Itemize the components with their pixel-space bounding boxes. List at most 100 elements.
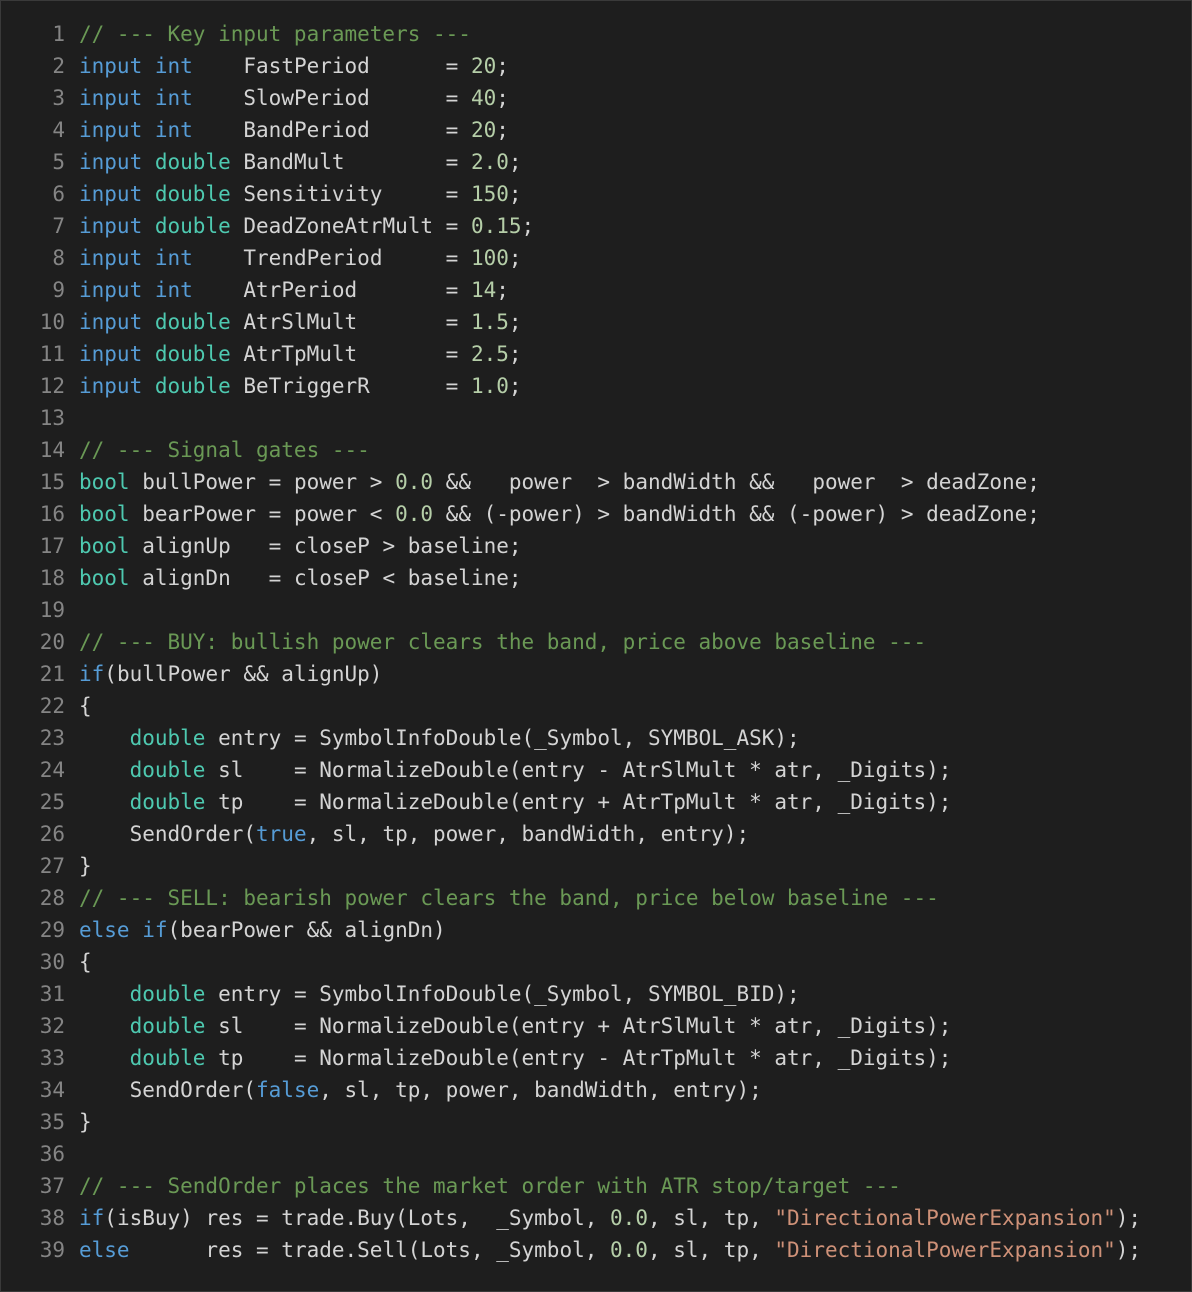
code-token-number: 2.0 — [470, 150, 509, 174]
code-line[interactable]: 8 input int TrendPeriod = 100; — [1, 242, 1191, 274]
code-line[interactable]: 32 double sl = NormalizeDouble(entry + A… — [1, 1010, 1191, 1042]
code-token-number: 100 — [470, 246, 509, 270]
line-number: 27 — [39, 854, 65, 878]
line-number: 31 — [39, 982, 65, 1006]
line-number: 1 — [52, 22, 65, 46]
code-line[interactable]: 7 input double DeadZoneAtrMult = 0.15; — [1, 210, 1191, 242]
line-content: double sl = NormalizeDouble(entry + AtrS… — [65, 1010, 952, 1042]
code-line[interactable]: 18 bool alignDn = closeP < baseline; — [1, 562, 1191, 594]
code-line[interactable]: 36 — [1, 1138, 1191, 1170]
code-token-plain: BandMult = — [230, 150, 471, 174]
code-line[interactable]: 1 // --- Key input parameters --- — [1, 18, 1191, 50]
code-token-plain: , sl, tp, power, bandWidth, entry); — [319, 1078, 762, 1102]
code-token-plain: } — [79, 854, 92, 878]
code-line[interactable]: 4 input int BandPeriod = 20; — [1, 114, 1191, 146]
code-token-plain: ; — [496, 54, 509, 78]
code-token-keyword: input — [79, 246, 143, 270]
line-content: { — [65, 690, 92, 722]
code-line[interactable]: 9 input int AtrPeriod = 14; — [1, 274, 1191, 306]
line-content: SendOrder(false, sl, tp, power, bandWidt… — [65, 1074, 762, 1106]
line-number: 11 — [39, 342, 65, 366]
line-content: if(isBuy) res = trade.Buy(Lots, _Symbol,… — [65, 1202, 1141, 1234]
code-line[interactable]: 12 input double BeTriggerR = 1.0; — [1, 370, 1191, 402]
code-line[interactable]: 27} — [1, 850, 1191, 882]
code-token-plain: && (-power) > bandWidth && (-power) > de… — [433, 502, 1040, 526]
code-line[interactable]: 35} — [1, 1106, 1191, 1138]
line-content: bool alignDn = closeP < baseline; — [65, 562, 522, 594]
code-token-keyword: input — [79, 374, 143, 398]
code-token-plain: TrendPeriod = — [192, 246, 471, 270]
code-line[interactable]: 39 else res = trade.Sell(Lots, _Symbol, 0… — [1, 1234, 1191, 1266]
code-line[interactable]: 6 input double Sensitivity = 150; — [1, 178, 1191, 210]
code-token-type: double — [129, 1046, 206, 1070]
line-content: input int SlowPeriod = 40; — [65, 82, 509, 114]
code-line[interactable]: 2 input int FastPeriod = 20; — [1, 50, 1191, 82]
code-line[interactable]: 37 // --- SendOrder places the market ord… — [1, 1170, 1191, 1202]
code-token-keyword: int — [154, 246, 193, 270]
code-token-plain: ; — [496, 278, 509, 302]
code-line[interactable]: 26 SendOrder(true, sl, tp, power, bandWi… — [1, 818, 1191, 850]
code-line[interactable]: 29 else if(bearPower && alignDn) — [1, 914, 1191, 946]
line-content: bool alignUp = closeP > baseline; — [65, 530, 522, 562]
code-line[interactable]: 31 double entry = SymbolInfoDouble(_Symb… — [1, 978, 1191, 1010]
code-token-plain: ; — [508, 246, 522, 270]
line-content: input int FastPeriod = 20; — [65, 50, 509, 82]
line-number: 9 — [52, 278, 65, 302]
line-content: // --- Signal gates --- — [65, 434, 370, 466]
code-token-keyword: if — [79, 1206, 105, 1230]
code-line[interactable]: 16 bool bearPower = power < 0.0 && (-powe… — [1, 498, 1191, 530]
code-token-keyword: input — [79, 310, 143, 334]
line-number: 39 — [39, 1238, 65, 1262]
line-content: double tp = NormalizeDouble(entry - AtrT… — [65, 1042, 952, 1074]
code-token-number: 20 — [470, 118, 497, 142]
line-content: input double BeTriggerR = 1.0; — [65, 370, 522, 402]
code-token-number: 20 — [470, 54, 497, 78]
code-line[interactable]: 28 // --- SELL: bearish power clears the … — [1, 882, 1191, 914]
line-content: SendOrder(true, sl, tp, power, bandWidth… — [65, 818, 750, 850]
code-token-plain: FastPeriod = — [192, 54, 471, 78]
code-line[interactable]: 17 bool alignUp = closeP > baseline; — [1, 530, 1191, 562]
line-number: 22 — [39, 694, 65, 718]
code-line[interactable]: 23 double entry = SymbolInfoDouble(_Symb… — [1, 722, 1191, 754]
code-line[interactable]: 30 { — [1, 946, 1191, 978]
code-line[interactable]: 15 bool bullPower = power > 0.0 && power … — [1, 466, 1191, 498]
code-line[interactable]: 19 — [1, 594, 1191, 626]
code-token-comment: // --- Key input parameters --- — [79, 22, 471, 46]
line-number: 24 — [39, 758, 65, 782]
line-content: input double AtrSlMult = 1.5; — [65, 306, 522, 338]
code-line[interactable]: 25 double tp = NormalizeDouble(entry + A… — [1, 786, 1191, 818]
line-number: 38 — [39, 1206, 65, 1230]
code-token-keyword: int — [154, 86, 193, 110]
code-line[interactable]: 21 if(bullPower && alignUp) — [1, 658, 1191, 690]
code-editor[interactable]: 1 // --- Key input parameters --- 2 input i… — [0, 0, 1192, 1292]
code-line[interactable]: 3 input int SlowPeriod = 40; — [1, 82, 1191, 114]
code-line[interactable]: 11 input double AtrTpMult = 2.5; — [1, 338, 1191, 370]
line-number: 36 — [39, 1142, 65, 1166]
code-line[interactable]: 13 — [1, 402, 1191, 434]
code-token-type: double — [129, 726, 206, 750]
code-token-number: 0.0 — [610, 1238, 648, 1262]
code-line[interactable]: 14 // --- Signal gates --- — [1, 434, 1191, 466]
code-line[interactable]: 10 input double AtrSlMult = 1.5; — [1, 306, 1191, 338]
line-number: 20 — [39, 630, 65, 654]
code-line[interactable]: 24 double sl = NormalizeDouble(entry - A… — [1, 754, 1191, 786]
line-content: double entry = SymbolInfoDouble(_Symbol,… — [65, 978, 800, 1010]
line-content: } — [65, 850, 92, 882]
code-line[interactable]: 33 double tp = NormalizeDouble(entry - A… — [1, 1042, 1191, 1074]
code-token-plain: SendOrder( — [79, 822, 257, 846]
code-line[interactable]: 20 // --- BUY: bullish power clears the b… — [1, 626, 1191, 658]
line-content: input int AtrPeriod = 14; — [65, 274, 509, 306]
code-line[interactable]: 5 input double BandMult = 2.0; — [1, 146, 1191, 178]
code-line[interactable]: 34 SendOrder(false, sl, tp, power, bandW… — [1, 1074, 1191, 1106]
code-line[interactable]: 22 { — [1, 690, 1191, 722]
code-line[interactable]: 38 if(isBuy) res = trade.Buy(Lots, _Symbo… — [1, 1202, 1191, 1234]
